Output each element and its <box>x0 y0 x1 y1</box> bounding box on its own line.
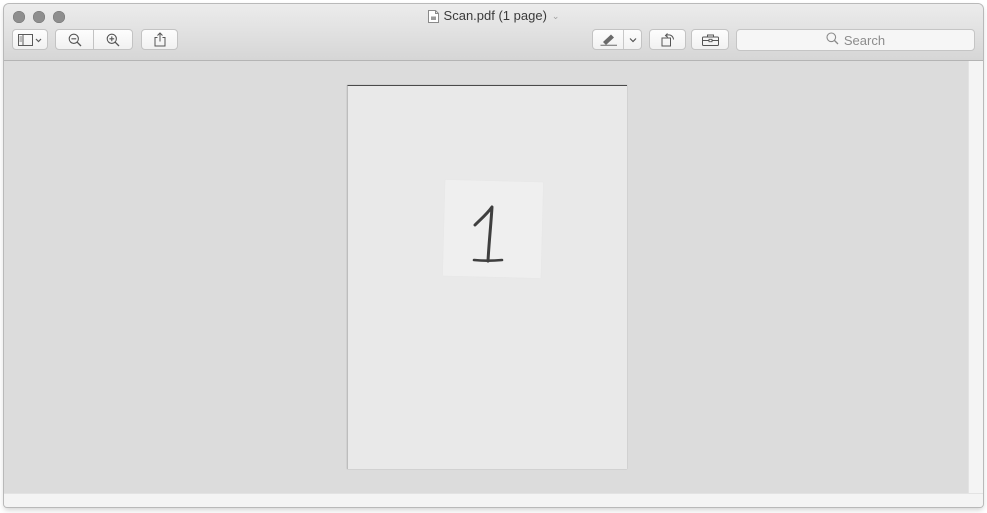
handwritten-digit-image <box>472 205 504 263</box>
toolbox-icon <box>701 34 719 46</box>
zoom-window-button[interactable] <box>53 11 65 23</box>
document-view[interactable] <box>4 61 968 493</box>
window-title: Scan.pdf (1 page) <box>443 8 547 23</box>
markup-menu-button[interactable] <box>623 30 641 49</box>
zoom-in-button[interactable] <box>93 29 133 50</box>
horizontal-scrollbar[interactable] <box>4 493 983 507</box>
preview-window: Scan.pdf (1 page) ⌄ Search <box>4 4 983 507</box>
close-window-button[interactable] <box>13 11 25 23</box>
zoom-out-button[interactable] <box>55 29 94 50</box>
zoom-out-icon <box>68 33 82 47</box>
window-title-area: Scan.pdf (1 page) ⌄ <box>4 7 983 28</box>
search-field[interactable]: Search <box>736 29 975 51</box>
zoom-in-icon <box>106 33 120 47</box>
toolbox-button[interactable] <box>691 29 729 50</box>
share-button[interactable] <box>141 29 178 50</box>
pdf-page[interactable] <box>347 85 627 469</box>
pen-icon <box>600 33 618 46</box>
pdf-document-icon <box>427 9 439 23</box>
sidebar-icon <box>18 33 42 46</box>
search-placeholder: Search <box>843 32 886 48</box>
chevron-down-icon <box>629 37 636 42</box>
search-icon <box>826 32 839 48</box>
minimize-window-button[interactable] <box>33 11 45 23</box>
rotate-left-button[interactable] <box>649 29 686 50</box>
vertical-scrollbar[interactable] <box>968 61 983 493</box>
title-bar: Scan.pdf (1 page) ⌄ Search <box>4 4 983 61</box>
title-chevron-down-icon: ⌄ <box>551 11 560 21</box>
markup-toolbar-button[interactable] <box>592 29 642 50</box>
share-icon <box>154 32 166 47</box>
window-title-menu[interactable]: Scan.pdf (1 page) ⌄ <box>427 7 560 25</box>
rotate-left-icon <box>661 32 675 47</box>
sidebar-toggle-button[interactable] <box>12 29 48 50</box>
